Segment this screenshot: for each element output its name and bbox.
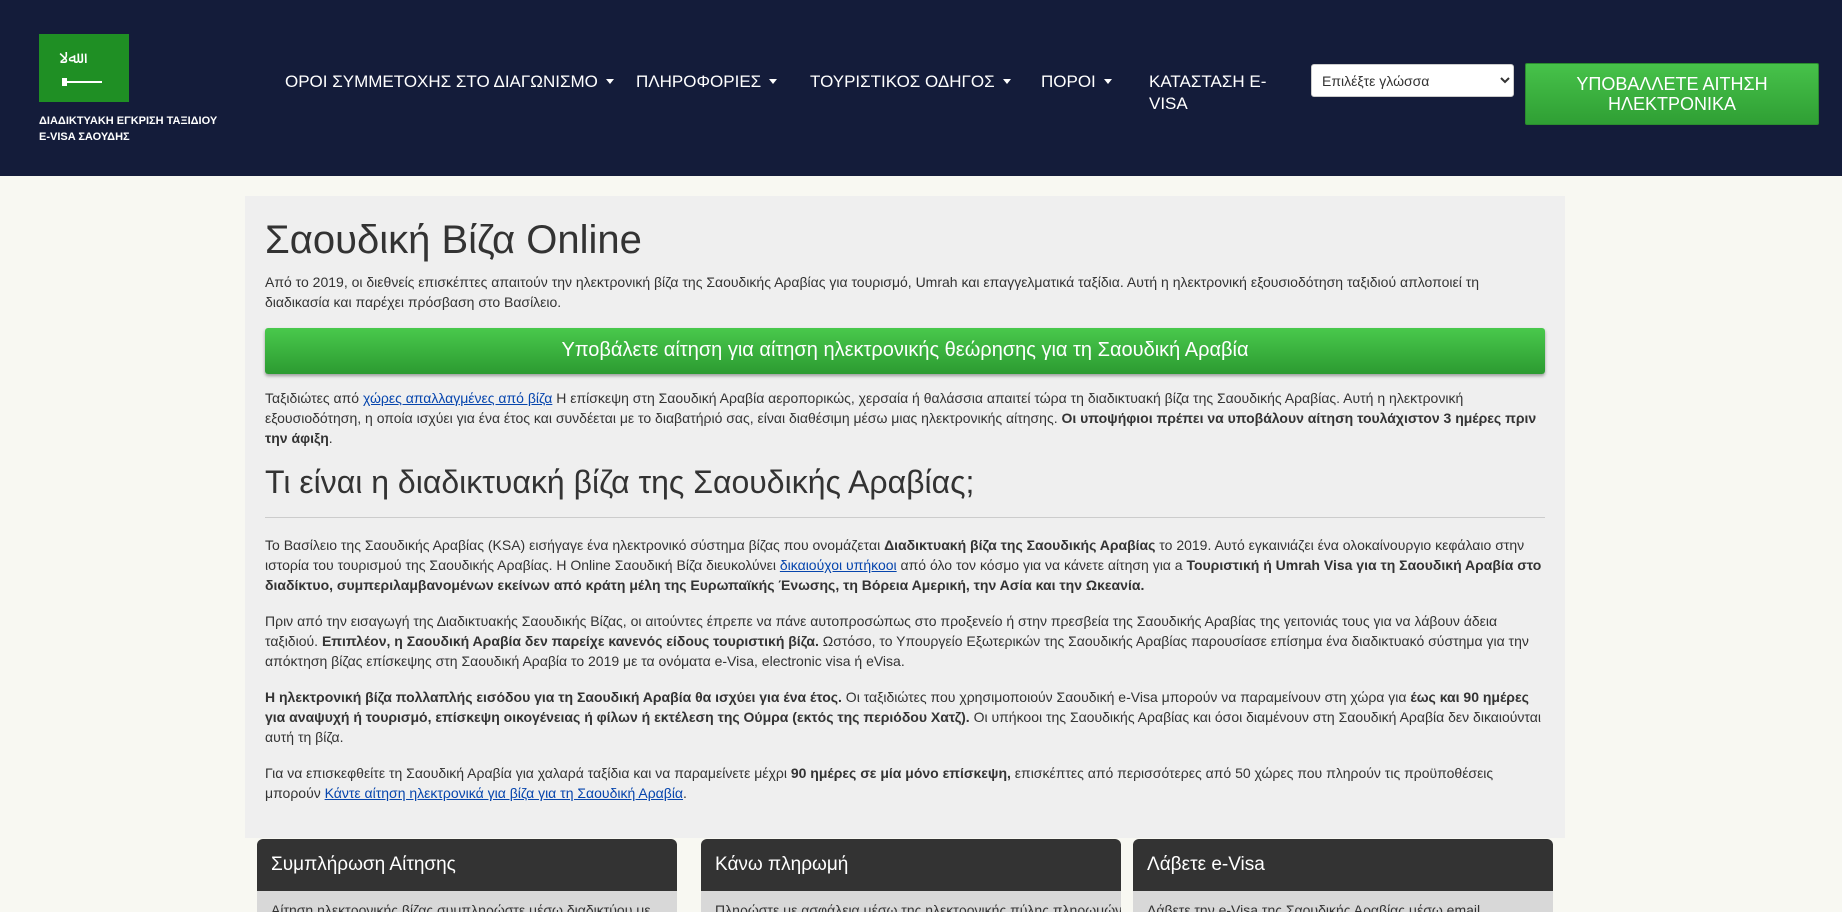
flag-sword-icon (62, 78, 102, 86)
bold-text: Η ηλεκτρονική βίζα πολλαπλής εισόδου για… (265, 689, 842, 705)
text-span: Το Βασίλειο της Σαουδικής Αραβίας (KSA) … (265, 537, 885, 553)
history-paragraph: Πριν από την εισαγωγή της Διαδικτυακής Σ… (265, 611, 1545, 671)
nav-information[interactable]: ΠΛΗΡΟΦΟΡΙΕΣ (636, 71, 778, 93)
page-title: Σαουδική Βίζα Online (265, 218, 642, 262)
brand-text[interactable]: ΔΙΑΔΙΚΤΥΑΚΗ ΕΓΚΡΙΣΗ ΤΑΞΙΔΙΟΥ E-VISA ΣΑΟΥ… (39, 113, 229, 145)
caret-down-icon (1002, 79, 1011, 84)
bold-text: Διαδικτυακή βίζα της Σαουδικής Αραβίας (884, 537, 1156, 553)
top-navbar: ﷲلا ΔΙΑΔΙΚΤΥΑΚΗ ΕΓΚΡΙΣΗ ΤΑΞΙΔΙΟΥ E-VISA … (0, 0, 1842, 176)
text-span: Ταξιδιώτες από (265, 390, 363, 406)
saudi-flag-logo[interactable]: ﷲلا (39, 34, 129, 102)
apply-online-link[interactable]: Κάντε αίτηση ηλεκτρονικά για βίζα για τη… (325, 785, 683, 801)
nav-conditions[interactable]: ΟΡΟΙ ΣΥΜΜΕΤΟΧΗΣ ΣΤΟ ΔΙΑΓΩΝΙΣΜΟ (285, 71, 614, 93)
card-body: Αίτηση ηλεκτρονικής βίζας συμπληρώστε μέ… (257, 891, 677, 912)
text-span: Οι ταξιδιώτες που χρησιμοποιούν Σαουδική… (841, 689, 1411, 705)
card-title: Λάβετε e-Visa (1133, 839, 1553, 891)
nav-tourist-guide[interactable]: ΤΟΥΡΙΣΤΙΚΟΣ ΟΔΗΓΟΣ (810, 71, 1011, 93)
nav-resources[interactable]: ΠΟΡΟΙ (1041, 71, 1112, 93)
nav-resources-label: ΠΟΡΟΙ (1041, 72, 1096, 91)
eligible-nationals-link[interactable]: δικαιούχοι υπήκοοι (780, 557, 897, 573)
language-select[interactable]: Επιλέξτε γλώσσα (1311, 64, 1514, 97)
nav-conditions-label: ΟΡΟΙ ΣΥΜΜΕΤΟΧΗΣ ΣΤΟ ΔΙΑΓΩΝΙΣΜΟ (285, 72, 598, 91)
nav-tourist-guide-label: ΤΟΥΡΙΣΤΙΚΟΣ ΟΔΗΓΟΣ (810, 72, 995, 91)
bold-text: Επιπλέον, η Σαουδική Αραβία δεν παρείχε … (321, 633, 819, 649)
card-title: Κάνω πληρωμή (701, 839, 1121, 891)
card-fill-application[interactable]: Συμπλήρωση Αίτησης Αίτηση ηλεκτρονικής β… (257, 839, 677, 912)
visa-exempt-link[interactable]: χώρες απαλλαγμένες από βίζα (363, 390, 552, 406)
card-body: Πληρώστε με ασφάλεια μέσω της ηλεκτρονικ… (701, 891, 1121, 912)
card-title: Συμπλήρωση Αίτησης (257, 839, 677, 891)
apply-evisa-button[interactable]: Υποβάλετε αίτηση για αίτηση ηλεκτρονικής… (265, 328, 1545, 374)
caret-down-icon (605, 79, 614, 84)
intro-text: Από το 2019, οι διεθνείς επισκέπτες απαι… (265, 274, 1480, 310)
nav-evisa-status[interactable]: ΚΑΤΑΣΤΑΣΗ E-VISA (1149, 71, 1274, 115)
card-make-payment[interactable]: Κάνω πληρωμή Πληρώστε με ασφάλεια μέσω τ… (701, 839, 1121, 912)
caret-down-icon (1103, 79, 1112, 84)
text-span: από όλο τον κόσμο για να κάνετε αίτηση γ… (896, 557, 1187, 573)
nav-evisa-status-label: ΚΑΤΑΣΤΑΣΗ E-VISA (1149, 72, 1267, 113)
apply-online-button[interactable]: ΥΠΟΒΑΛΛΕΤΕ ΑΙΤΗΣΗ ΗΛΕΚΤΡΟΝΙΚΑ (1525, 63, 1819, 125)
card-receive-evisa[interactable]: Λάβετε e-Visa Λάβετε την e-Visa της Σαου… (1133, 839, 1553, 912)
card-body: Λάβετε την e-Visa της Σαουδικής Αραβίας … (1133, 891, 1553, 912)
validity-paragraph: Η ηλεκτρονική βίζα πολλαπλής εισόδου για… (265, 687, 1545, 747)
nav-information-label: ΠΛΗΡΟΦΟΡΙΕΣ (636, 72, 762, 91)
caret-down-icon (769, 79, 778, 84)
visa-exempt-paragraph: Ταξιδιώτες από χώρες απαλλαγμένες από βί… (265, 388, 1545, 448)
text-span: . (683, 785, 687, 801)
ksa-intro-paragraph: Το Βασίλειο της Σαουδικής Αραβίας (KSA) … (265, 535, 1545, 595)
flag-script-icon: ﷲلا (59, 48, 78, 67)
bold-text: 90 ημέρες σε μία μόνο επίσκεψη, (790, 765, 1011, 781)
section-title: Τι είναι η διαδικτυακή βίζα της Σαουδική… (265, 464, 975, 500)
text-span: Για να επισκεφθείτε τη Σαουδική Αραβία γ… (265, 765, 791, 781)
eligibility-paragraph: Για να επισκεφθείτε τη Σαουδική Αραβία γ… (265, 763, 1545, 803)
divider (265, 517, 1545, 518)
text-span: . (328, 430, 333, 446)
